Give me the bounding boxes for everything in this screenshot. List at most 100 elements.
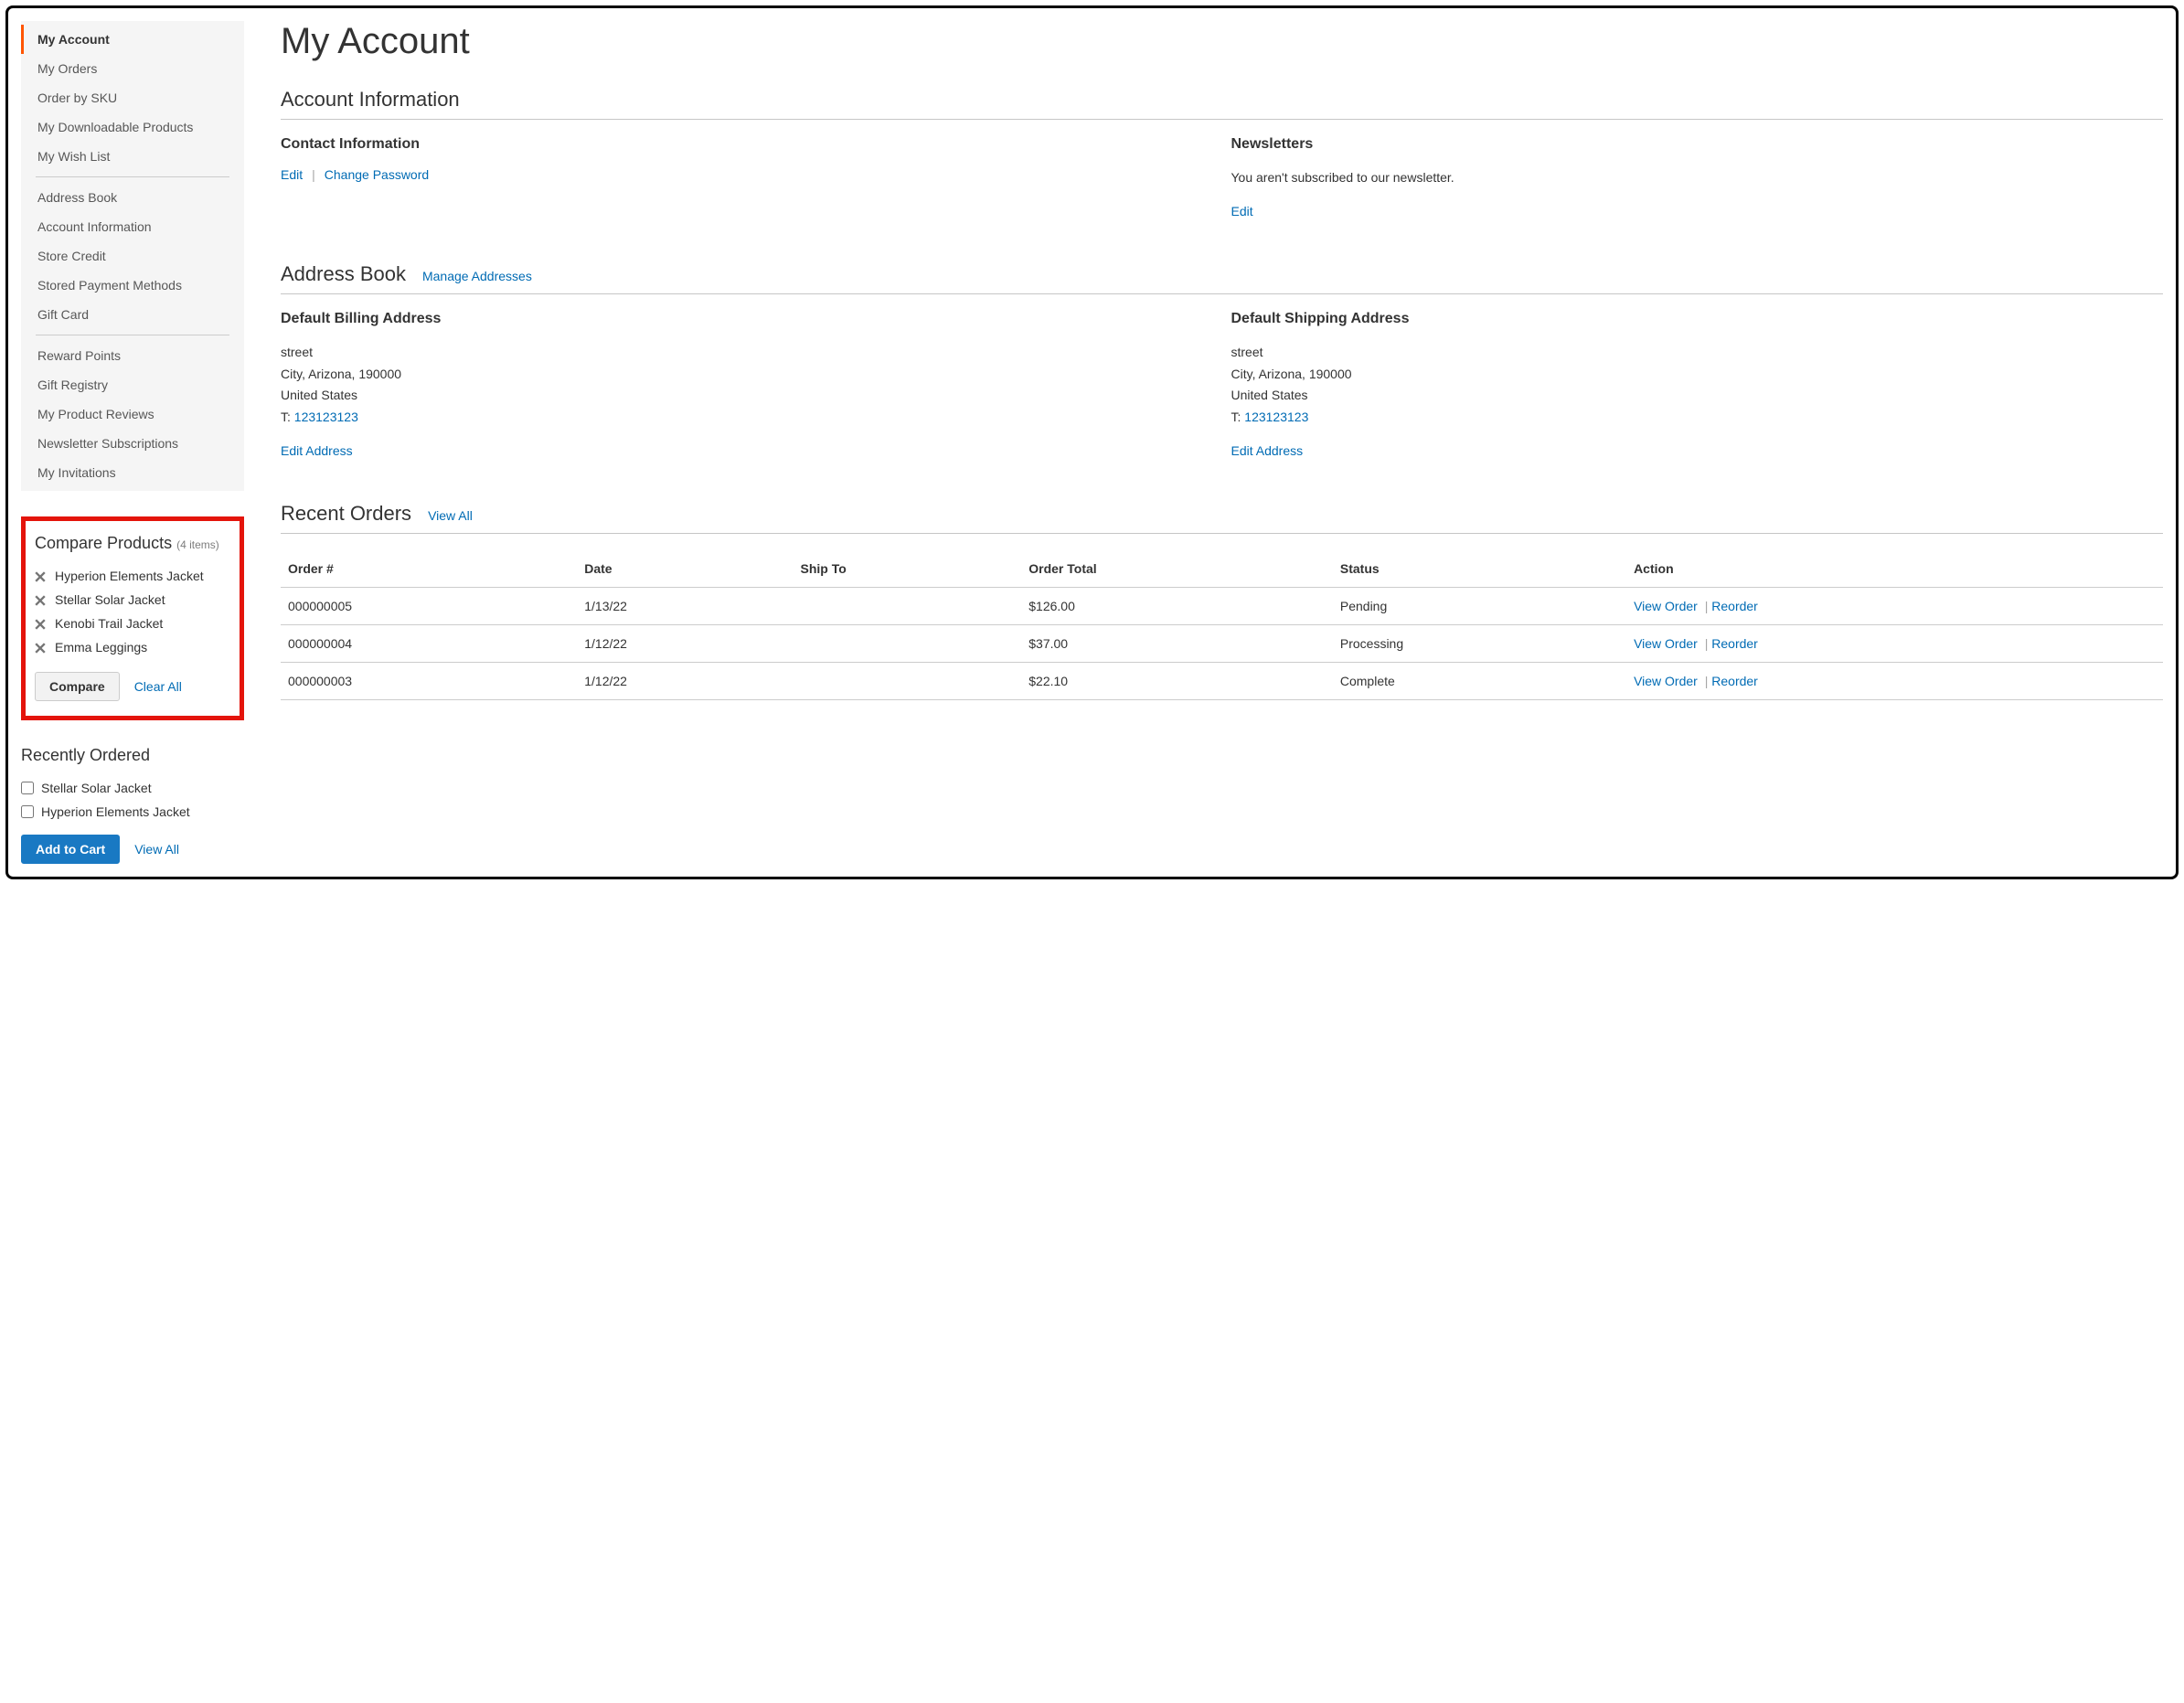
- change-password-link[interactable]: Change Password: [325, 167, 429, 182]
- shipping-line2: City, Arizona, 190000: [1231, 364, 2164, 386]
- recent-orders-view-all-link[interactable]: View All: [428, 508, 473, 523]
- table-cell: 1/12/22: [577, 624, 793, 662]
- table-cell-actions: View Order | Reorder: [1626, 662, 2163, 699]
- main-content: My Account Account Information Contact I…: [281, 21, 2163, 864]
- table-cell: $22.10: [1021, 662, 1333, 699]
- compare-item-label[interactable]: Emma Leggings: [55, 640, 147, 655]
- sidebar: My AccountMy OrdersOrder by SKUMy Downlo…: [21, 21, 244, 864]
- compare-item: Stellar Solar Jacket: [35, 588, 230, 612]
- sidebar-item-address-book[interactable]: Address Book: [21, 183, 244, 212]
- recently-ordered-checkbox[interactable]: [21, 805, 34, 818]
- shipping-line3: United States: [1231, 385, 2164, 407]
- sidebar-item-my-wish-list[interactable]: My Wish List: [21, 142, 244, 171]
- account-info-columns: Contact Information Edit | Change Passwo…: [281, 136, 2163, 218]
- view-order-link[interactable]: View Order: [1634, 674, 1698, 688]
- table-cell: [794, 587, 1022, 624]
- view-order-link[interactable]: View Order: [1634, 599, 1698, 613]
- reorder-link[interactable]: Reorder: [1711, 599, 1758, 613]
- compare-item-label[interactable]: Hyperion Elements Jacket: [55, 569, 204, 583]
- orders-column-header: Date: [577, 550, 793, 588]
- manage-addresses-link[interactable]: Manage Addresses: [422, 269, 532, 283]
- table-row: 0000000051/13/22$126.00PendingView Order…: [281, 587, 2163, 624]
- orders-column-header: Order Total: [1021, 550, 1333, 588]
- shipping-phone-prefix: T:: [1231, 410, 1245, 424]
- sidebar-item-my-orders[interactable]: My Orders: [21, 54, 244, 83]
- recently-ordered-view-all-link[interactable]: View All: [134, 842, 179, 857]
- compare-item: Emma Leggings: [35, 635, 230, 659]
- compare-item-label[interactable]: Stellar Solar Jacket: [55, 592, 165, 607]
- sidebar-item-my-product-reviews[interactable]: My Product Reviews: [21, 399, 244, 429]
- shipping-line1: street: [1231, 342, 2164, 364]
- table-cell: $37.00: [1021, 624, 1333, 662]
- edit-contact-link[interactable]: Edit: [281, 167, 303, 182]
- remove-compare-icon[interactable]: [35, 594, 46, 605]
- table-cell-actions: View Order | Reorder: [1626, 624, 2163, 662]
- table-row: 0000000041/12/22$37.00ProcessingView Ord…: [281, 624, 2163, 662]
- sidebar-item-reward-points[interactable]: Reward Points: [21, 341, 244, 370]
- shipping-address-title: Default Shipping Address: [1231, 311, 2164, 327]
- remove-compare-icon[interactable]: [35, 570, 46, 581]
- billing-line3: United States: [281, 385, 1213, 407]
- nav-separator: [36, 176, 229, 177]
- edit-billing-address-link[interactable]: Edit Address: [281, 443, 353, 458]
- recently-ordered-item-label[interactable]: Stellar Solar Jacket: [41, 781, 152, 795]
- remove-compare-icon[interactable]: [35, 618, 46, 629]
- table-cell: Pending: [1333, 587, 1626, 624]
- view-order-link[interactable]: View Order: [1634, 636, 1698, 651]
- recently-ordered-item-label[interactable]: Hyperion Elements Jacket: [41, 804, 190, 819]
- remove-compare-icon[interactable]: [35, 642, 46, 653]
- newsletter-box: Newsletters You aren't subscribed to our…: [1231, 136, 2164, 218]
- table-cell: 1/12/22: [577, 662, 793, 699]
- sidebar-item-store-credit[interactable]: Store Credit: [21, 241, 244, 271]
- edit-shipping-address-link[interactable]: Edit Address: [1231, 443, 1304, 458]
- page-title: My Account: [281, 21, 2163, 62]
- recent-orders-heading: Recent Orders View All: [281, 502, 2163, 534]
- clear-all-link[interactable]: Clear All: [134, 679, 182, 694]
- address-book-heading-text: Address Book: [281, 262, 406, 286]
- recent-orders-table: Order #DateShip ToOrder TotalStatusActio…: [281, 550, 2163, 700]
- contact-info-box: Contact Information Edit | Change Passwo…: [281, 136, 1213, 218]
- billing-line2: City, Arizona, 190000: [281, 364, 1213, 386]
- compare-products-title-text: Compare Products: [35, 534, 172, 552]
- orders-column-header: Action: [1626, 550, 2163, 588]
- orders-column-header: Ship To: [794, 550, 1022, 588]
- sidebar-item-newsletter-subscriptions[interactable]: Newsletter Subscriptions: [21, 429, 244, 458]
- table-cell: 1/13/22: [577, 587, 793, 624]
- compare-products-count: (4 items): [176, 538, 219, 551]
- address-book-heading: Address Book Manage Addresses: [281, 262, 2163, 294]
- sidebar-item-stored-payment-methods[interactable]: Stored Payment Methods: [21, 271, 244, 300]
- reorder-link[interactable]: Reorder: [1711, 674, 1758, 688]
- contact-info-title: Contact Information: [281, 136, 1213, 153]
- orders-column-header: Order #: [281, 550, 577, 588]
- sidebar-item-my-account[interactable]: My Account: [21, 25, 244, 54]
- table-cell: 000000005: [281, 587, 577, 624]
- table-cell: 000000003: [281, 662, 577, 699]
- reorder-link[interactable]: Reorder: [1711, 636, 1758, 651]
- recently-ordered-checkbox[interactable]: [21, 782, 34, 794]
- compare-button[interactable]: Compare: [35, 672, 120, 701]
- table-cell: Processing: [1333, 624, 1626, 662]
- table-cell: [794, 662, 1022, 699]
- table-cell: Complete: [1333, 662, 1626, 699]
- compare-products-block: Compare Products (4 items) Hyperion Elem…: [21, 516, 244, 720]
- sidebar-item-account-information[interactable]: Account Information: [21, 212, 244, 241]
- add-to-cart-button[interactable]: Add to Cart: [21, 835, 120, 864]
- action-separator: |: [312, 167, 315, 182]
- sidebar-item-my-downloadable-products[interactable]: My Downloadable Products: [21, 112, 244, 142]
- billing-line1: street: [281, 342, 1213, 364]
- recently-ordered-block: Recently Ordered Stellar Solar JacketHyp…: [21, 746, 244, 864]
- billing-phone-link[interactable]: 123123123: [294, 410, 358, 424]
- sidebar-item-order-by-sku[interactable]: Order by SKU: [21, 83, 244, 112]
- action-separator: |: [1701, 674, 1711, 688]
- sidebar-item-gift-card[interactable]: Gift Card: [21, 300, 244, 329]
- billing-phone-prefix: T:: [281, 410, 294, 424]
- account-info-heading-text: Account Information: [281, 88, 460, 112]
- compare-item-label[interactable]: Kenobi Trail Jacket: [55, 616, 163, 631]
- shipping-address-box: Default Shipping Address street City, Ar…: [1231, 311, 2164, 458]
- sidebar-item-my-invitations[interactable]: My Invitations: [21, 458, 244, 487]
- edit-newsletter-link[interactable]: Edit: [1231, 204, 1253, 218]
- recent-orders-heading-text: Recent Orders: [281, 502, 411, 526]
- address-book-columns: Default Billing Address street City, Ari…: [281, 311, 2163, 458]
- sidebar-item-gift-registry[interactable]: Gift Registry: [21, 370, 244, 399]
- shipping-phone-link[interactable]: 123123123: [1244, 410, 1308, 424]
